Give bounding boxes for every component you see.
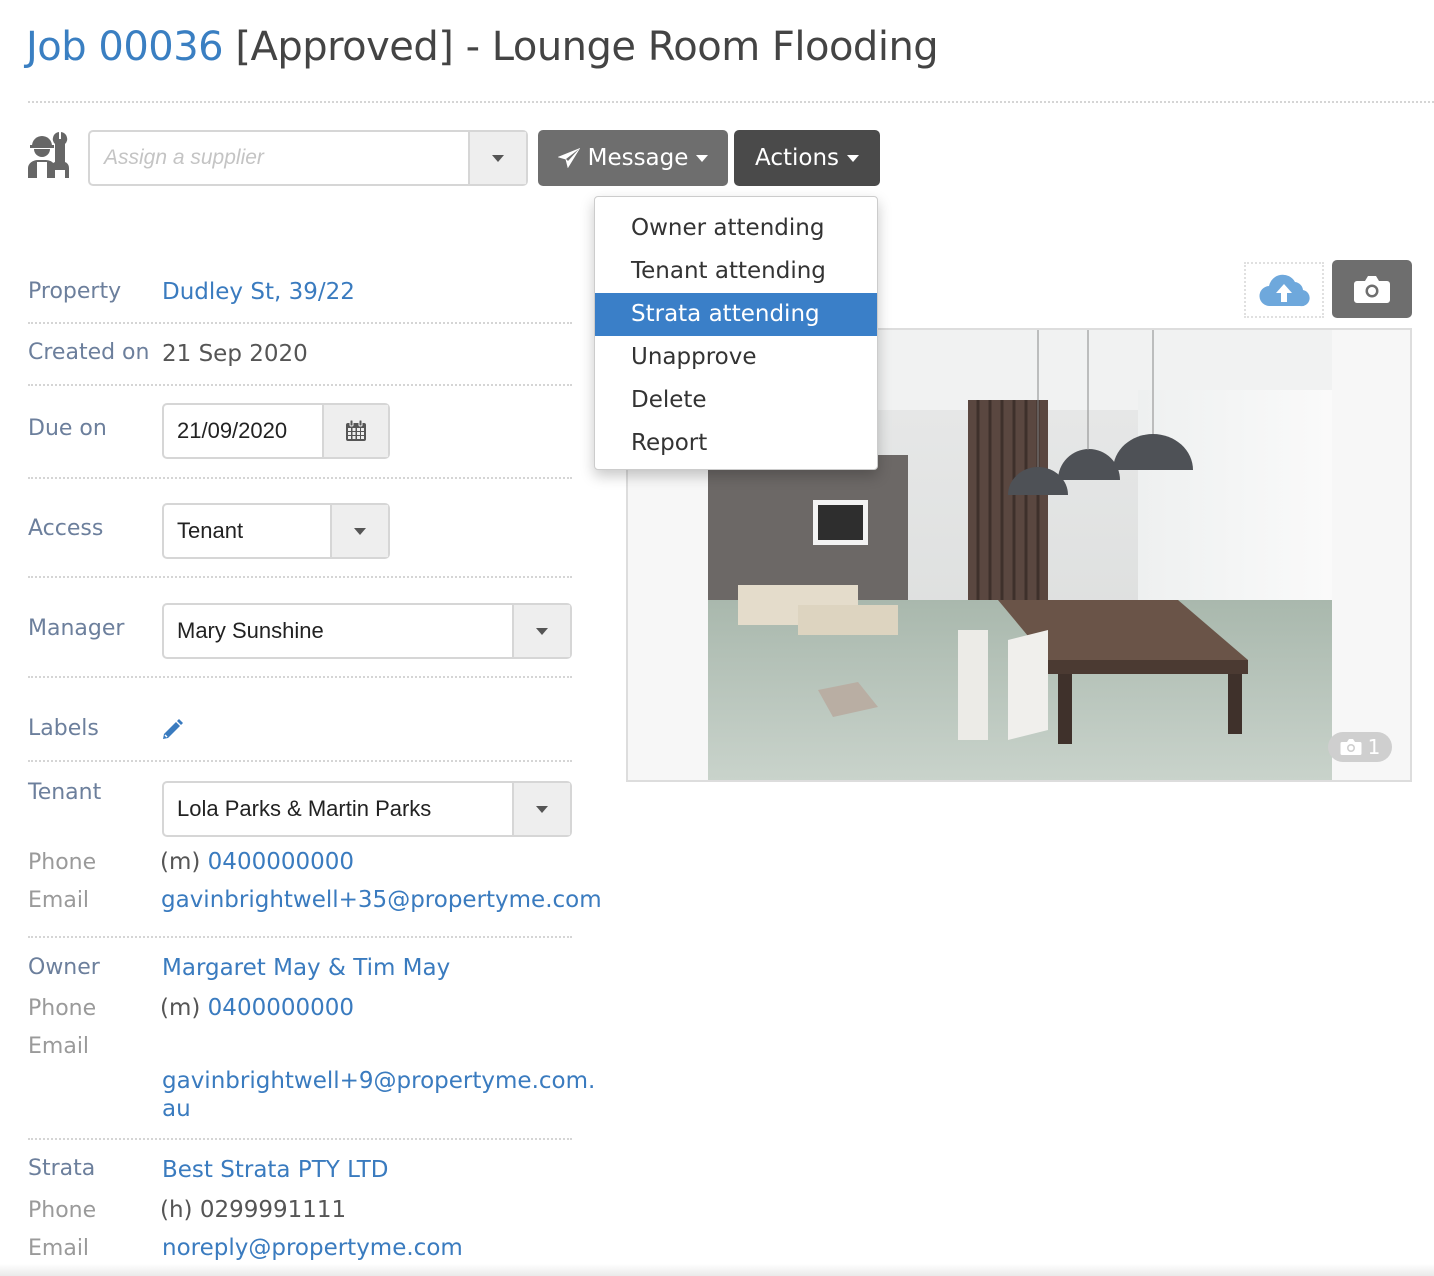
camera-icon	[1340, 739, 1362, 755]
strata-phone-label: Phone	[28, 1198, 97, 1223]
chevron-down-icon	[847, 154, 859, 162]
message-button[interactable]: Message	[538, 130, 728, 186]
strata-email-label: Email	[28, 1236, 90, 1261]
manager-select[interactable]: Mary Sunshine	[162, 603, 572, 659]
tenant-phone: (m) 0400000000	[160, 849, 354, 875]
divider	[28, 760, 572, 762]
title-divider	[28, 101, 1434, 103]
tenant-label: Tenant	[28, 780, 102, 805]
tenant-phone-type: (m)	[160, 849, 201, 875]
pencil-icon	[163, 719, 183, 739]
strata-link[interactable]: Best Strata PTY LTD	[162, 1157, 389, 1183]
menu-item-report[interactable]: Report	[595, 422, 877, 465]
divider	[28, 936, 572, 938]
property-link[interactable]: Dudley St, 39/22	[162, 279, 355, 305]
strata-email-link[interactable]: noreply@propertyme.com	[162, 1235, 463, 1261]
photo-count-badge: 1	[1328, 732, 1392, 762]
photo-count: 1	[1367, 735, 1381, 759]
created-on-label: Created on	[28, 340, 150, 365]
actions-dropdown-menu: Owner attending Tenant attending Strata …	[594, 196, 878, 470]
menu-item-strata-attending[interactable]: Strata attending	[595, 293, 877, 336]
camera-icon	[1354, 276, 1390, 303]
chevron-down-icon	[536, 805, 548, 813]
divider	[28, 1138, 572, 1140]
actions-button-label: Actions	[754, 145, 839, 171]
owner-label: Owner	[28, 955, 100, 980]
supplier-dropdown-toggle[interactable]	[468, 132, 526, 184]
owner-phone-type: (m)	[160, 995, 201, 1021]
job-title: [Approved] - Lounge Room Flooding	[235, 24, 939, 70]
job-number: Job 00036	[26, 24, 224, 70]
cloud-upload-icon	[1259, 274, 1310, 307]
manager-dropdown-toggle[interactable]	[512, 605, 570, 657]
due-on-label: Due on	[28, 416, 107, 441]
chevron-down-icon	[492, 154, 504, 162]
due-on-input[interactable]: 21/09/2020	[164, 405, 322, 457]
strata-label: Strata	[28, 1156, 96, 1181]
assign-supplier-input[interactable]: Assign a supplier	[90, 132, 468, 184]
tenant-email-link[interactable]: gavinbrightwell+35@propertyme.com	[161, 887, 602, 913]
tenant-phone-label: Phone	[28, 850, 97, 875]
owner-email-line: gavinbrightwell+9@propertyme.com.	[162, 1068, 596, 1094]
divider	[28, 576, 572, 578]
tenant-value: Lola Parks & Martin Parks	[177, 796, 432, 821]
owner-phone-label: Phone	[28, 996, 97, 1021]
manager-label: Manager	[28, 616, 125, 641]
tenant-phone-link[interactable]: 0400000000	[208, 849, 354, 875]
bottom-edge	[0, 1264, 1434, 1276]
message-button-label: Message	[587, 145, 689, 171]
tenant-email-label: Email	[28, 888, 90, 913]
property-label: Property	[28, 279, 122, 304]
access-label: Access	[28, 516, 104, 541]
take-photo-button[interactable]	[1332, 260, 1412, 318]
owner-email-link[interactable]: gavinbrightwell+9@propertyme.com. au	[162, 1067, 595, 1123]
assign-supplier-select[interactable]: Assign a supplier	[88, 130, 528, 186]
strata-phone: (h) 0299991111	[160, 1197, 347, 1223]
chevron-down-icon	[354, 527, 366, 535]
access-select[interactable]: Tenant	[162, 503, 390, 559]
upload-photo-button[interactable]	[1244, 262, 1324, 318]
menu-item-delete[interactable]: Delete	[595, 379, 877, 422]
chevron-down-icon	[536, 627, 548, 635]
divider	[28, 384, 572, 386]
tradesman-icon	[26, 130, 74, 180]
manager-value: Mary Sunshine	[177, 618, 324, 643]
tenant-select[interactable]: Lola Parks & Martin Parks	[162, 781, 572, 837]
menu-item-tenant-attending[interactable]: Tenant attending	[595, 250, 877, 293]
tenant-dropdown-toggle[interactable]	[512, 783, 570, 835]
edit-labels-button[interactable]	[160, 718, 184, 742]
owner-phone-link[interactable]: 0400000000	[208, 995, 354, 1021]
divider	[28, 322, 572, 324]
created-on-value: 21 Sep 2020	[162, 341, 308, 367]
divider	[28, 676, 572, 678]
date-picker-button[interactable]	[322, 405, 388, 457]
actions-button[interactable]: Actions	[734, 130, 880, 186]
menu-item-unapprove[interactable]: Unapprove	[595, 336, 877, 379]
chevron-down-icon	[696, 154, 709, 162]
owner-email-label: Email	[28, 1034, 90, 1059]
access-dropdown-toggle[interactable]	[330, 505, 388, 557]
labels-label: Labels	[28, 716, 99, 741]
owner-link[interactable]: Margaret May & Tim May	[162, 955, 450, 981]
access-value: Tenant	[177, 518, 244, 543]
owner-email-line: au	[162, 1096, 191, 1122]
menu-item-owner-attending[interactable]: Owner attending	[595, 207, 877, 250]
divider	[28, 477, 572, 479]
owner-phone: (m) 0400000000	[160, 995, 354, 1021]
calendar-icon	[346, 419, 366, 441]
page-title: Job 00036 [Approved] - Lounge Room Flood…	[26, 24, 939, 70]
due-on-date-field[interactable]: 21/09/2020	[162, 403, 390, 459]
paper-plane-icon	[557, 148, 580, 168]
